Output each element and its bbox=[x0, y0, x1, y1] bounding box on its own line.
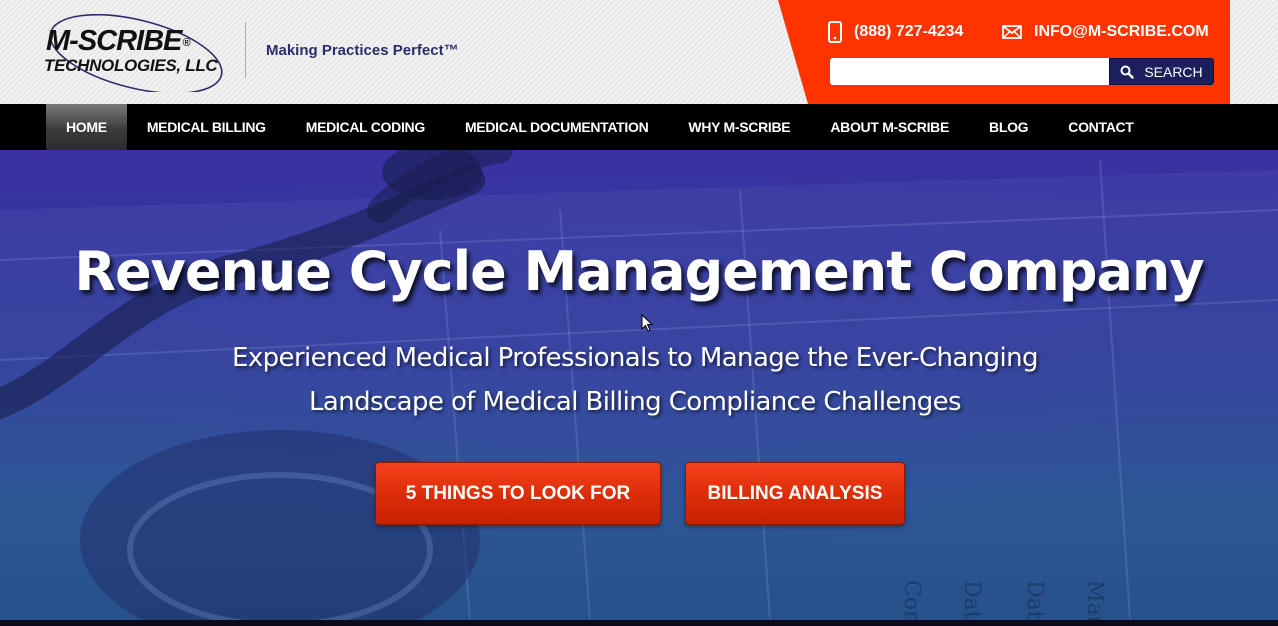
email-link[interactable]: INFO@M-SCRIBE.COM bbox=[1002, 20, 1209, 44]
main-nav: HOME MEDICAL BILLING MEDICAL CODING MEDI… bbox=[0, 104, 1278, 150]
hero-subtitle-line1: Experienced Medical Professionals to Man… bbox=[232, 343, 1039, 373]
tagline: Making Practices Perfect™ bbox=[266, 42, 459, 59]
five-things-button[interactable]: 5 THINGS TO LOOK FOR bbox=[375, 462, 661, 525]
svg-text:Com: Com bbox=[899, 580, 924, 620]
site-header: M-SCRIBE® TECHNOLOGIES, LLC Making Pract… bbox=[0, 0, 1278, 104]
svg-text:Mari: Mari bbox=[1082, 580, 1107, 620]
phone-link[interactable]: (888) 727-4234 bbox=[828, 20, 963, 44]
site-logo[interactable]: M-SCRIBE® TECHNOLOGIES, LLC bbox=[40, 14, 230, 92]
nav-item-why-m-scribe[interactable]: WHY M-SCRIBE bbox=[668, 104, 810, 150]
magnifier-icon bbox=[1120, 65, 1135, 79]
search-input[interactable] bbox=[830, 58, 1112, 85]
hero-subtitle: Experienced Medical Professionals to Man… bbox=[170, 336, 1100, 424]
phone-number: (888) 727-4234 bbox=[854, 23, 964, 40]
svg-text:Date: Date bbox=[1022, 580, 1047, 620]
email-address: INFO@M-SCRIBE.COM bbox=[1034, 23, 1209, 40]
logo-wordmark: M-SCRIBE® bbox=[46, 25, 191, 57]
nav-item-medical-documentation[interactable]: MEDICAL DOCUMENTATION bbox=[445, 104, 668, 150]
nav-item-medical-coding[interactable]: MEDICAL CODING bbox=[286, 104, 445, 150]
contact-panel bbox=[778, 0, 1230, 104]
hero-banner: Com Date Date Mari Revenue Cycle Managem… bbox=[0, 150, 1278, 620]
billing-analysis-button[interactable]: BILLING ANALYSIS bbox=[685, 462, 905, 525]
search-button[interactable]: SEARCH bbox=[1109, 58, 1214, 85]
nav-item-about-m-scribe[interactable]: ABOUT M-SCRIBE bbox=[810, 104, 969, 150]
header-divider bbox=[245, 22, 246, 78]
nav-item-home[interactable]: HOME bbox=[46, 104, 127, 150]
nav-item-blog[interactable]: BLOG bbox=[969, 104, 1048, 150]
mouse-pointer-icon bbox=[641, 314, 653, 332]
page-bottom-edge bbox=[0, 620, 1278, 626]
hero-subtitle-line2: Landscape of Medical Billing Compliance … bbox=[309, 387, 962, 417]
svg-text:Date: Date bbox=[959, 580, 984, 620]
nav-item-contact[interactable]: CONTACT bbox=[1048, 104, 1153, 150]
envelope-icon bbox=[1002, 25, 1022, 39]
search-button-label: SEARCH bbox=[1144, 63, 1203, 80]
nav-item-medical-billing[interactable]: MEDICAL BILLING bbox=[127, 104, 286, 150]
logo-subtitle: TECHNOLOGIES, LLC bbox=[44, 56, 218, 75]
mobile-phone-icon bbox=[828, 21, 842, 43]
hero-title: Revenue Cycle Management Company bbox=[74, 240, 1204, 303]
